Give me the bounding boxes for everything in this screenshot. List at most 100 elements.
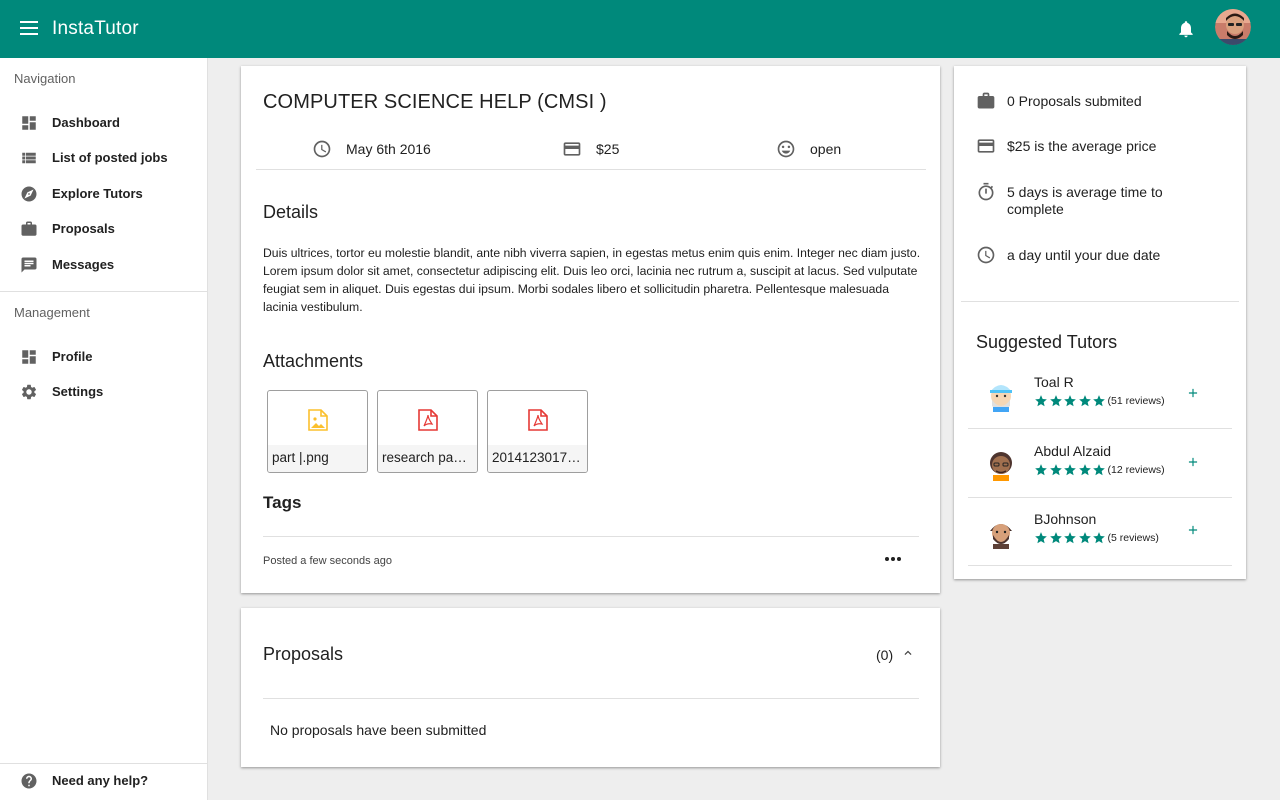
star-icon — [1064, 395, 1076, 407]
clock-icon — [313, 140, 331, 158]
rating-stars: (5 reviews) — [1034, 530, 1159, 546]
proposals-heading: Proposals — [263, 644, 344, 664]
divider — [256, 169, 926, 170]
star-icon — [1064, 464, 1076, 476]
proposals-card: Proposals (0) No proposals have been sub… — [241, 608, 940, 767]
user-avatar[interactable] — [1215, 9, 1251, 45]
image-file-icon — [308, 409, 328, 431]
star-icon — [1078, 532, 1091, 544]
help-label: Need any help? — [52, 773, 149, 788]
job-card: COMPUTER SCIENCE HELP (CMSI ) May 6th 20… — [241, 66, 940, 593]
more-options-icon[interactable] — [885, 552, 905, 566]
sidebar: Navigation Dashboard List of posted jobs… — [0, 58, 208, 800]
sidebar-item-label: Dashboard — [52, 115, 120, 130]
tutor-name: Abdul Alzaid — [1034, 443, 1112, 459]
divider — [263, 698, 919, 699]
star-icon — [1078, 464, 1091, 476]
tutor-item[interactable]: BJohnson (5 reviews) — [968, 497, 1232, 566]
star-icon — [1049, 464, 1062, 476]
list-icon — [22, 152, 36, 164]
sidebar-item-profile[interactable]: Profile — [0, 340, 207, 374]
sidebar-divider — [0, 291, 207, 292]
credit-card-icon — [563, 142, 581, 156]
tutor-name: Toal R — [1034, 374, 1074, 390]
review-count: (51 reviews) — [1107, 395, 1165, 407]
attachment-name: 20141230172915.pdf — [488, 445, 587, 472]
sidebar-item-explore-tutors[interactable]: Explore Tutors — [0, 177, 207, 211]
job-price-text: $25 — [596, 141, 620, 157]
stat-text: a day until your due date — [1007, 247, 1161, 263]
star-icon — [1035, 395, 1047, 407]
sidebar-item-messages[interactable]: Messages — [0, 248, 207, 282]
star-icon — [1035, 464, 1047, 476]
attachment-tile[interactable]: research paper.pdf — [377, 390, 478, 473]
divider — [968, 565, 1232, 566]
menu-icon[interactable] — [20, 21, 38, 35]
attachment-name: part |.png — [268, 445, 367, 472]
tutor-avatar — [990, 524, 1012, 549]
tutor-item[interactable]: Toal R (51 reviews) — [968, 360, 1232, 429]
job-stats-card: 0 Proposals submited $25 is the average … — [954, 66, 1246, 579]
posted-time: Posted a few seconds ago — [263, 555, 393, 567]
tutor-name: BJohnson — [1034, 511, 1097, 527]
stat-text: $25 is the average price — [1007, 138, 1157, 154]
tags-heading: Tags — [263, 493, 302, 512]
star-icon — [1093, 532, 1105, 544]
pdf-file-icon — [528, 409, 548, 431]
job-price: $25 — [562, 138, 619, 160]
management-section-label: Management — [14, 305, 90, 320]
timer-icon — [978, 182, 994, 201]
help-link[interactable]: Need any help? — [0, 764, 207, 798]
details-text: Duis ultrices, tortor eu molestie blandi… — [263, 246, 921, 314]
job-date: May 6th 2016 — [312, 138, 431, 160]
add-icon[interactable] — [1186, 386, 1200, 400]
star-icon — [1078, 395, 1091, 407]
chevron-up-icon[interactable] — [901, 646, 915, 660]
sidebar-item-label: Proposals — [52, 221, 115, 236]
attachments-heading: Attachments — [263, 351, 364, 371]
sidebar-item-label: Profile — [52, 349, 93, 364]
stat-text: 5 days is average time to complete — [1007, 184, 1163, 217]
clock-icon — [977, 246, 995, 264]
add-icon[interactable] — [1186, 455, 1200, 469]
tutor-item[interactable]: Abdul Alzaid (12 reviews) — [968, 429, 1232, 498]
tutor-avatar — [990, 385, 1012, 412]
sidebar-item-proposals[interactable]: Proposals — [0, 212, 207, 246]
credit-card-icon — [977, 139, 995, 153]
attachment-tile[interactable]: 20141230172915.pdf — [487, 390, 588, 473]
stat-text: 0 Proposals submited — [1007, 93, 1142, 109]
compass-icon — [21, 186, 37, 202]
job-title: COMPUTER SCIENCE HELP (CMSI ) — [263, 91, 607, 113]
details-heading: Details — [263, 202, 319, 222]
sidebar-item-label: Settings — [52, 384, 104, 399]
no-proposals-text: No proposals have been submitted — [270, 722, 487, 738]
sidebar-item-label: Explore Tutors — [52, 186, 143, 201]
notifications-icon[interactable] — [1176, 18, 1196, 40]
attachment-tile[interactable]: part |.png — [267, 390, 368, 473]
sidebar-item-label: List of posted jobs — [52, 150, 168, 165]
help-icon — [21, 773, 37, 789]
smiley-icon — [777, 140, 795, 158]
star-icon — [1049, 532, 1062, 544]
job-date-text: May 6th 2016 — [346, 141, 431, 157]
sidebar-item-label: Messages — [52, 257, 115, 272]
add-icon[interactable] — [1186, 523, 1200, 537]
star-icon — [1035, 532, 1047, 544]
star-icon — [1093, 395, 1105, 407]
sidebar-item-dashboard[interactable]: Dashboard — [0, 106, 207, 140]
review-count: (5 reviews) — [1107, 532, 1159, 544]
rating-stars: (51 reviews) — [1034, 393, 1165, 409]
star-icon — [1064, 532, 1076, 544]
rating-stars: (12 reviews) — [1034, 462, 1165, 478]
sidebar-item-settings[interactable]: Settings — [0, 375, 207, 409]
gear-icon — [21, 384, 37, 400]
app-header: InstaTutor — [0, 0, 1280, 58]
pdf-file-icon — [418, 409, 438, 431]
tutor-avatar — [990, 452, 1012, 481]
job-status: open — [776, 138, 841, 160]
sidebar-item-posted-jobs[interactable]: List of posted jobs — [0, 141, 207, 175]
attachment-name: research paper.pdf — [378, 445, 477, 472]
app-title: InstaTutor — [52, 18, 139, 39]
divider — [263, 536, 919, 537]
message-icon — [21, 257, 37, 273]
